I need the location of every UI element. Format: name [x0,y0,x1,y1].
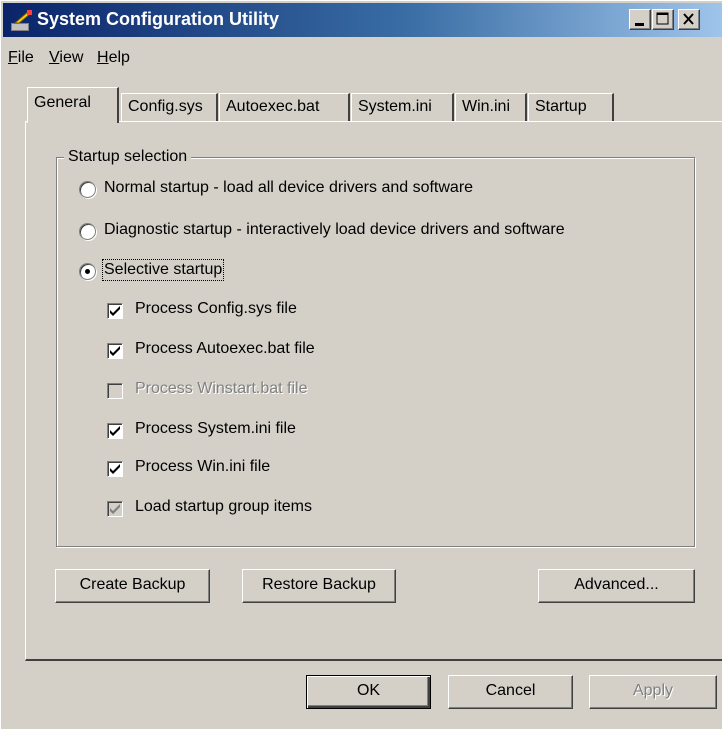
menu-view[interactable]: View [49,49,83,67]
tab-system-ini[interactable]: System.ini [351,93,454,123]
close-icon [683,13,694,25]
advanced-button[interactable]: Advanced... [538,569,695,603]
close-button[interactable] [678,9,700,30]
checkbox-system-ini[interactable] [107,423,123,439]
winstart-bat-label: Process Winstart.bat file [135,380,308,397]
radio-normal-startup[interactable] [79,181,96,198]
radio-selective-startup[interactable] [79,263,96,280]
config-sys-label[interactable]: Process Config.sys file [135,300,297,318]
restore-backup-button[interactable]: Restore Backup [242,569,396,603]
radio-selected-dot [85,269,90,274]
tab-startup[interactable]: Startup [528,93,614,123]
tab-general-label: General [34,94,91,111]
tab-config-sys[interactable]: Config.sys [121,93,218,123]
diagnostic-startup-label[interactable]: Diagnostic startup - interactively load … [104,221,565,239]
maximize-icon [656,12,669,25]
checkmark-icon [110,306,120,316]
system-config-icon [11,10,32,31]
tab-win-ini[interactable]: Win.ini [455,93,527,123]
menu-help[interactable]: Help [97,49,130,67]
win-ini-label[interactable]: Process Win.ini file [135,458,270,476]
radio-diagnostic-startup[interactable] [79,223,96,240]
checkbox-win-ini[interactable] [107,461,123,477]
normal-startup-label[interactable]: Normal startup - load all device drivers… [104,179,473,197]
checkmark-icon [110,504,120,514]
minimize-button[interactable] [629,9,651,30]
menu-file[interactable]: File [8,49,34,67]
menu-bar: File View Help [1,39,722,71]
startup-group-label[interactable]: Load startup group items [135,498,312,516]
create-backup-button[interactable]: Create Backup [55,569,210,603]
cancel-button[interactable]: Cancel [448,675,573,709]
tab-system-ini-label: System.ini [358,98,432,115]
tab-win-ini-label: Win.ini [462,98,511,115]
minimize-icon [635,23,644,26]
checkmark-icon [110,346,120,356]
startup-selection-legend: Startup selection [64,148,192,166]
checkbox-autoexec-bat[interactable] [107,343,123,359]
checkbox-startup-group [107,501,123,517]
tab-general[interactable]: General [27,87,119,123]
tab-autoexec-bat[interactable]: Autoexec.bat [219,93,350,123]
tab-startup-label: Startup [535,98,587,115]
window-title: System Configuration Utility [37,9,280,29]
checkbox-winstart-bat [107,383,123,399]
tab-autoexec-bat-label: Autoexec.bat [226,98,320,115]
checkbox-config-sys[interactable] [107,303,123,319]
selective-startup-label[interactable]: Selective startup [101,259,225,281]
system-ini-label[interactable]: Process System.ini file [135,420,296,438]
title-bar[interactable]: System Configuration Utility [3,3,722,37]
ok-button[interactable]: OK [306,675,431,709]
maximize-button[interactable] [652,9,674,30]
autoexec-bat-label[interactable]: Process Autoexec.bat file [135,340,315,358]
checkmark-icon [110,464,120,474]
apply-button: Apply [589,675,717,709]
checkmark-icon [110,426,120,436]
system-configuration-window: System Configuration Utility File View H… [0,0,722,729]
tab-config-sys-label: Config.sys [128,98,203,115]
